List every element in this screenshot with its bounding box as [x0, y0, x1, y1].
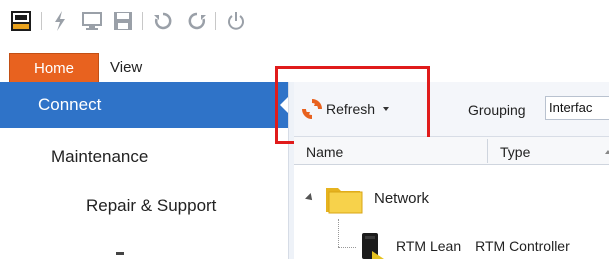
- row-type-cell: RTM Controller: [475, 238, 570, 254]
- save-icon[interactable]: [110, 9, 136, 33]
- tree-row-rtm-lean[interactable]: RTM Lean RTM Controller: [358, 231, 570, 261]
- column-header-type[interactable]: Type: [500, 144, 530, 160]
- tab-home[interactable]: Home: [9, 53, 99, 82]
- column-separator[interactable]: [487, 139, 488, 163]
- undo-refresh-icon[interactable]: [150, 9, 176, 33]
- quick-access-toolbar: [0, 0, 609, 44]
- sidebar-item-repair-support[interactable]: Repair & Support: [86, 196, 216, 216]
- grouping-label: Grouping: [468, 102, 526, 118]
- folder-icon: [326, 188, 363, 214]
- power-icon[interactable]: [223, 9, 249, 33]
- sort-arrow-icon: [605, 150, 609, 154]
- sidebar-item-connect[interactable]: Connect: [0, 82, 288, 128]
- sidebar: Connect Maintenance Repair & Support: [0, 82, 288, 259]
- toolbar-separator: [142, 12, 143, 30]
- device-grid: Name Type Network RTM Lean RTM Controlle…: [294, 137, 609, 259]
- toolbar-separator: [215, 12, 216, 30]
- tree-connector: [338, 247, 356, 248]
- tree-expander-icon[interactable]: [305, 193, 315, 203]
- sidebar-item-partial: [116, 252, 124, 255]
- grid-header: Name Type: [294, 137, 609, 165]
- tab-view[interactable]: View: [110, 59, 142, 76]
- sidebar-item-label: Connect: [38, 95, 102, 114]
- tree-connector: [338, 219, 339, 247]
- highlight-box: [275, 66, 430, 144]
- monitor-icon[interactable]: [78, 9, 106, 33]
- sidebar-item-maintenance[interactable]: Maintenance: [51, 147, 148, 167]
- refresh-icon[interactable]: [184, 9, 210, 33]
- column-header-name[interactable]: Name: [306, 144, 343, 160]
- tree-row-network[interactable]: Network: [305, 181, 430, 215]
- controller-device-icon: [362, 233, 384, 259]
- row-name-cell: RTM Lean: [396, 238, 462, 254]
- toolbar-separator: [41, 12, 42, 30]
- grouping-select[interactable]: Interfac: [545, 96, 609, 120]
- app-logo-icon[interactable]: [8, 9, 34, 33]
- tree-row-label: Network: [374, 189, 430, 207]
- flash-icon[interactable]: [48, 9, 72, 33]
